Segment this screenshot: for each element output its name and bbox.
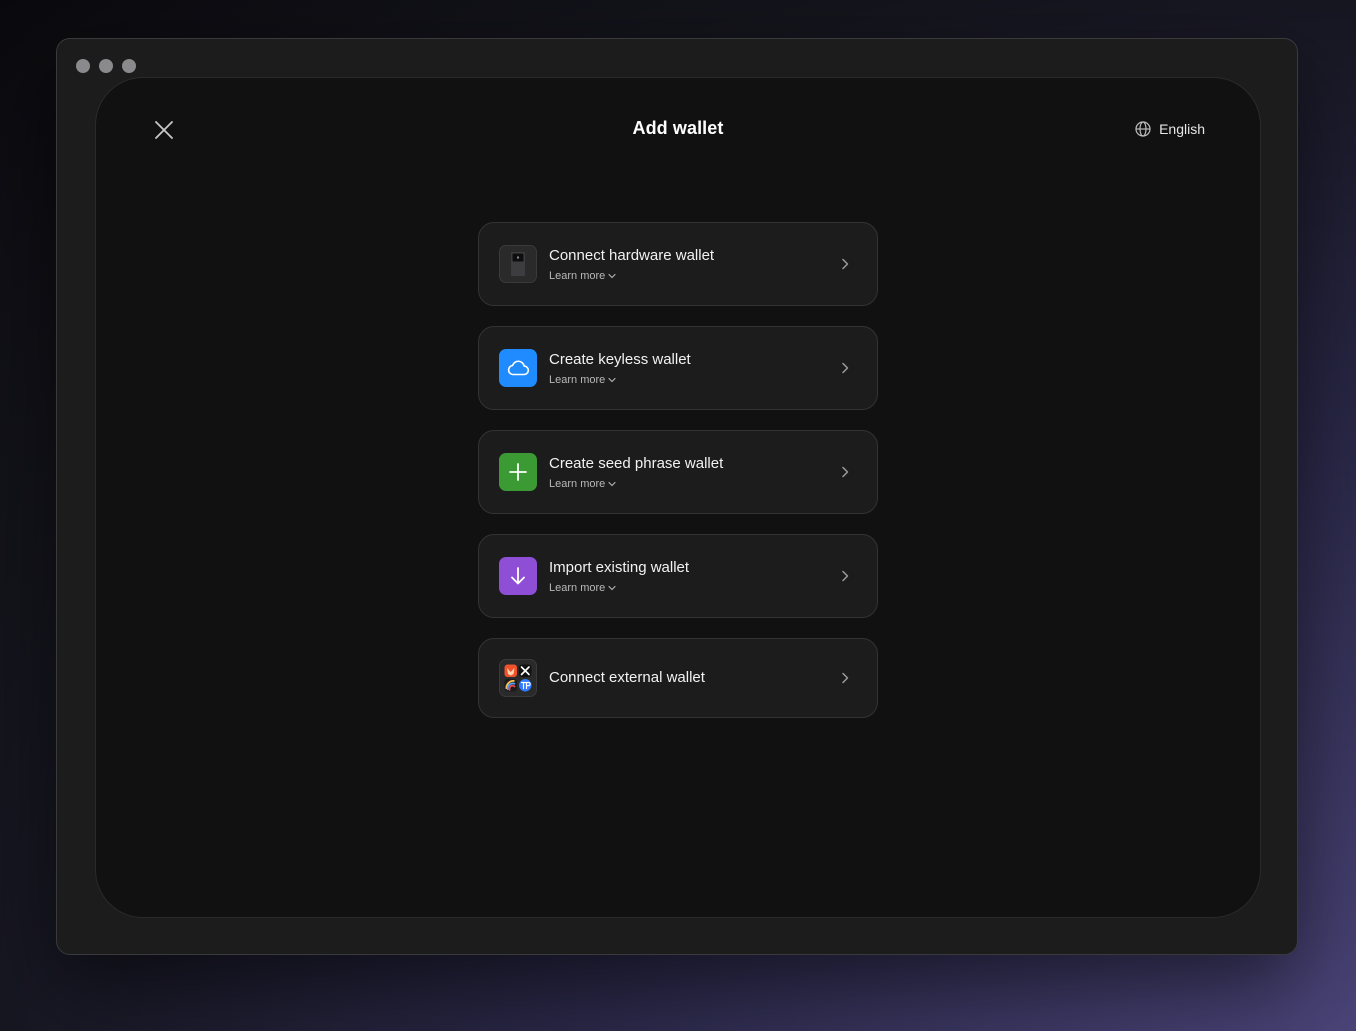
window-close-dot[interactable] (76, 59, 90, 73)
connect-hardware-wallet-option[interactable]: Connect hardware wallet Learn more (478, 222, 878, 306)
chevron-right-icon (842, 362, 849, 374)
learn-more-link[interactable]: Learn more (549, 582, 689, 594)
globe-icon (1135, 121, 1151, 137)
chevron-down-icon (608, 585, 616, 590)
option-title: Connect external wallet (549, 669, 705, 686)
create-keyless-wallet-option[interactable]: Create keyless wallet Learn more (478, 326, 878, 410)
learn-more-label: Learn more (549, 269, 606, 282)
chevron-right-icon (842, 672, 849, 684)
plus-icon (499, 453, 537, 491)
language-label: English (1159, 121, 1205, 137)
window-minimize-dot[interactable] (99, 59, 113, 73)
connect-external-wallet-option[interactable]: Connect external wallet (478, 638, 878, 718)
import-existing-wallet-option[interactable]: Import existing wallet Learn more (478, 534, 878, 618)
chevron-right-icon (842, 466, 849, 478)
learn-more-link[interactable]: Learn more (549, 270, 714, 282)
language-selector[interactable]: English (1135, 121, 1205, 137)
learn-more-label: Learn more (549, 581, 606, 594)
learn-more-label: Learn more (549, 477, 606, 490)
window-controls (76, 59, 136, 73)
page-title: Add wallet (632, 118, 724, 138)
learn-more-link[interactable]: Learn more (549, 374, 691, 386)
hardware-wallet-icon (499, 245, 537, 283)
arrow-down-icon (499, 557, 537, 595)
cloud-icon (499, 349, 537, 387)
option-title: Import existing wallet (549, 558, 690, 576)
learn-more-link[interactable]: Learn more (549, 478, 723, 490)
chevron-right-icon (842, 258, 849, 270)
learn-more-label: Learn more (549, 373, 606, 386)
create-seed-phrase-wallet-option[interactable]: Create seed phrase wallet Learn more (478, 430, 878, 514)
option-title: Create keyless wallet (549, 350, 691, 368)
wallet-options-list: Connect hardware wallet Learn more Creat… (478, 222, 878, 718)
chevron-down-icon (608, 377, 616, 382)
chevron-down-icon (608, 481, 616, 486)
option-title: Create seed phrase wallet (549, 454, 724, 472)
chevron-right-icon (842, 570, 849, 582)
add-wallet-panel: Add wallet English Connect hardware wall… (95, 77, 1261, 918)
chevron-down-icon (608, 273, 616, 278)
external-wallets-icon (499, 659, 537, 697)
option-title: Connect hardware wallet (549, 246, 715, 264)
window-zoom-dot[interactable] (122, 59, 136, 73)
app-window: Add wallet English Connect hardware wall… (56, 38, 1298, 955)
